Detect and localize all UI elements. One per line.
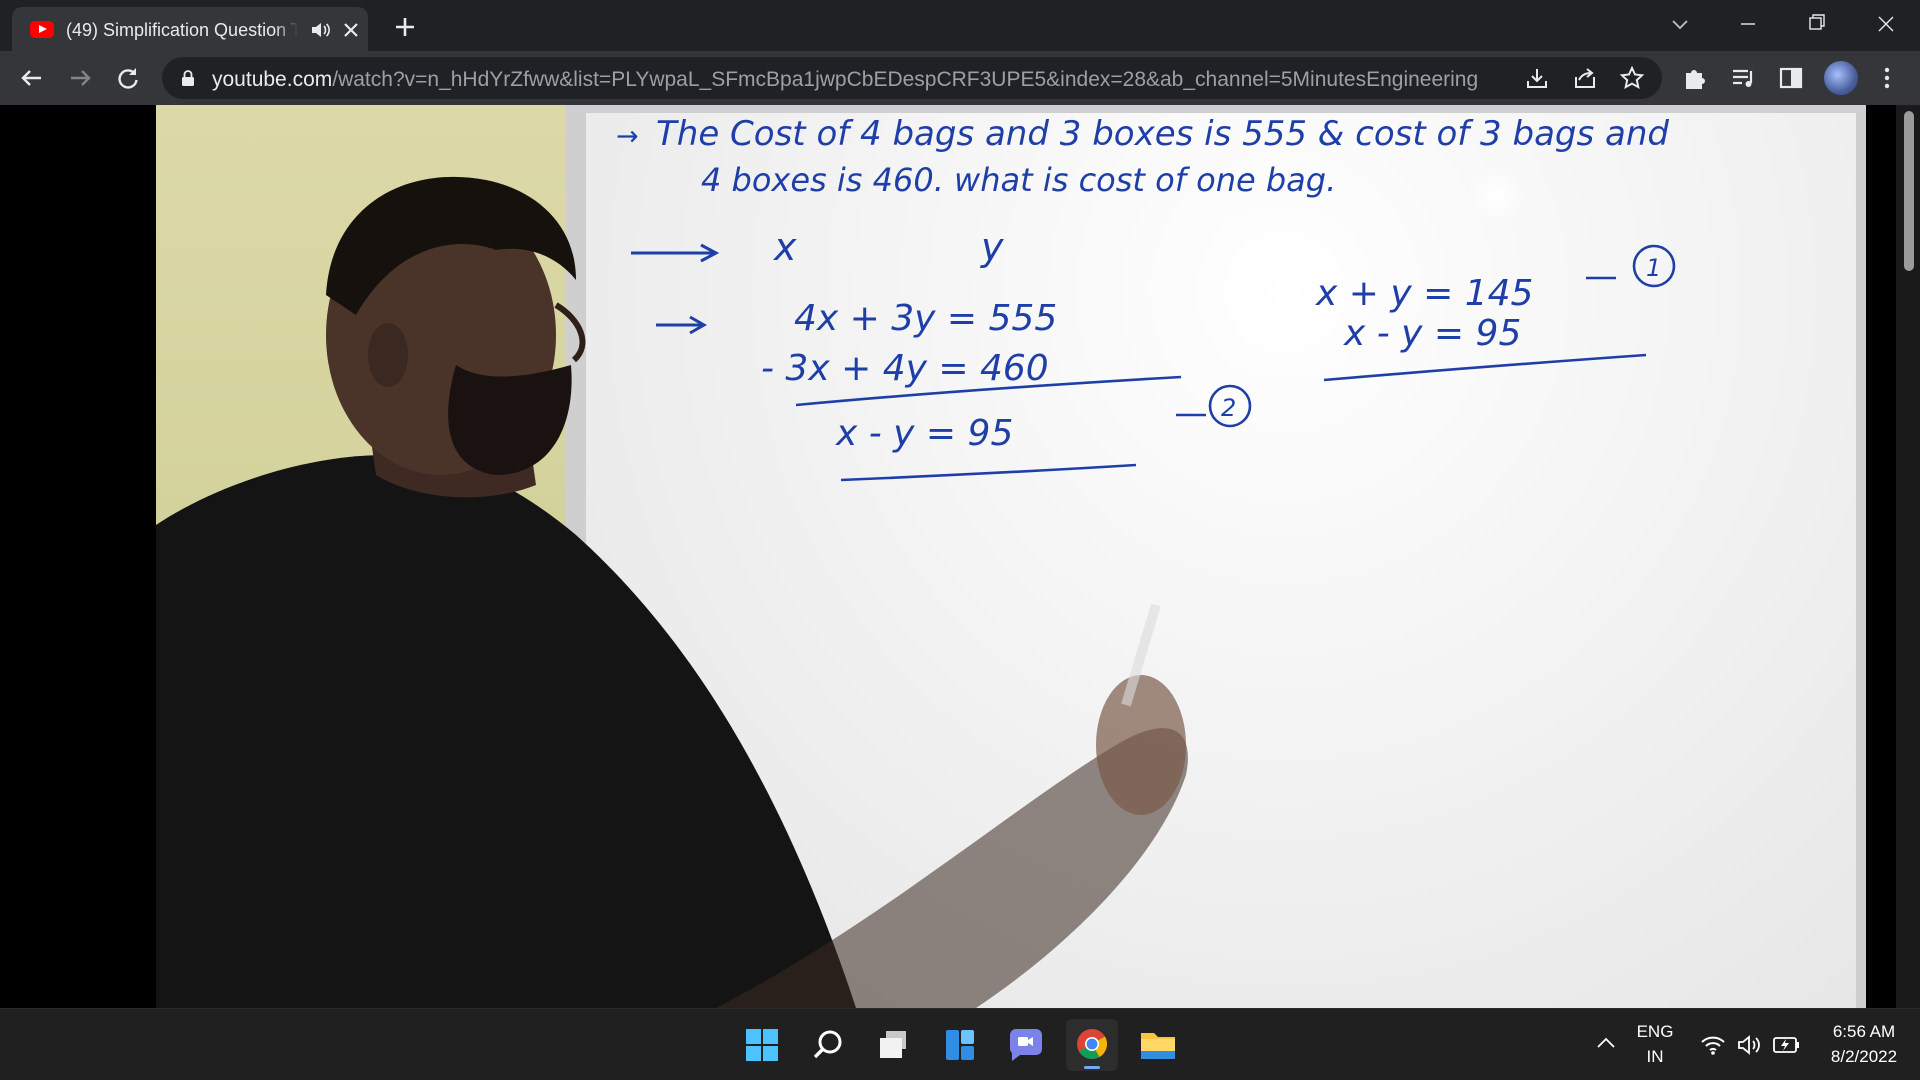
browser-tab[interactable]: (49) Simplification Question Tricks [12, 7, 368, 51]
input-language-bottom[interactable]: IN [1630, 1047, 1680, 1067]
clock-date[interactable]: 8/2/2022 [1816, 1047, 1912, 1067]
side-panel-icon[interactable] [1776, 63, 1806, 93]
close-tab-icon[interactable] [340, 19, 362, 41]
page-viewport: → The Cost of 4 bags and 3 boxes is 555 … [0, 105, 1920, 1008]
chrome-icon [1077, 1029, 1108, 1060]
chrome-taskbar-button[interactable] [1066, 1019, 1118, 1071]
media-control-icon[interactable] [1728, 63, 1758, 93]
close-window-icon[interactable] [1866, 6, 1906, 42]
search-icon [813, 1030, 842, 1059]
battery-charging-icon[interactable] [1772, 1033, 1802, 1057]
forward-arrow-icon[interactable] [65, 63, 95, 93]
address-bar[interactable]: youtube.com/watch?v=n_hHdYrZfww&list=PLY… [162, 57, 1662, 99]
page-scrollbar[interactable] [1896, 105, 1920, 1008]
browser-toolbar: youtube.com/watch?v=n_hHdYrZfww&list=PLY… [0, 51, 1920, 105]
widgets-icon [946, 1030, 974, 1060]
url-text[interactable]: youtube.com/watch?v=n_hHdYrZfww&list=PLY… [212, 68, 1478, 92]
back-arrow-icon[interactable] [17, 63, 47, 93]
windows-taskbar: ENG IN 6:56 AM 8/2/2022 [0, 1008, 1920, 1080]
chat-icon [1010, 1029, 1042, 1061]
speaker-playing-icon[interactable] [310, 20, 332, 40]
widgets-button[interactable] [934, 1019, 986, 1071]
kebab-menu-icon[interactable] [1872, 63, 1902, 93]
windows-logo-icon [746, 1029, 778, 1061]
youtube-favicon-icon [30, 21, 54, 38]
tab-title: (49) Simplification Question Tricks [66, 20, 298, 40]
new-tab-plus-icon[interactable] [390, 12, 420, 42]
restore-icon[interactable] [1796, 6, 1836, 42]
minimize-icon[interactable] [1728, 6, 1768, 42]
clock-time[interactable]: 6:56 AM [1816, 1022, 1912, 1042]
bookmark-star-icon[interactable] [1617, 63, 1647, 93]
presenter-figure [156, 176, 1188, 1008]
folder-icon [1141, 1033, 1175, 1059]
input-language-top[interactable]: ENG [1630, 1022, 1680, 1042]
task-view-button[interactable] [868, 1019, 920, 1071]
active-app-indicator [1084, 1066, 1100, 1069]
install-download-icon[interactable] [1522, 63, 1552, 93]
volume-icon[interactable] [1736, 1033, 1762, 1057]
profile-avatar[interactable] [1824, 61, 1858, 95]
share-icon[interactable] [1570, 63, 1600, 93]
video-player[interactable]: → The Cost of 4 bags and 3 boxes is 555 … [156, 105, 1866, 1008]
tab-search-chevron-icon[interactable] [1660, 6, 1700, 42]
reload-icon[interactable] [113, 63, 143, 93]
lock-icon[interactable] [180, 69, 196, 87]
teams-chat-button[interactable] [1000, 1019, 1052, 1071]
file-explorer-button[interactable] [1132, 1019, 1184, 1071]
start-button[interactable] [736, 1019, 788, 1071]
wifi-icon[interactable] [1700, 1033, 1726, 1057]
task-view-icon [880, 1031, 906, 1058]
search-button[interactable] [802, 1019, 854, 1071]
extensions-puzzle-icon[interactable] [1680, 63, 1710, 93]
scrollbar-thumb[interactable] [1904, 111, 1914, 271]
show-hidden-icons-chevron-icon[interactable] [1594, 1031, 1618, 1055]
tab-strip: (49) Simplification Question Tricks [0, 0, 1920, 51]
